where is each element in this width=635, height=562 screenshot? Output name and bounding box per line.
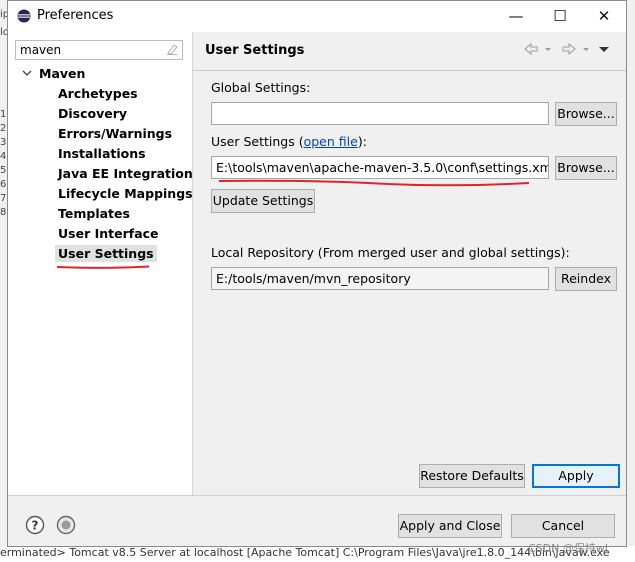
local-repository-field[interactable]: E:/tools/maven/mvn_repository — [211, 267, 549, 290]
cancel-button[interactable]: Cancel — [511, 514, 615, 538]
restore-defaults-button[interactable]: Restore Defaults — [419, 464, 525, 488]
back-arrow-icon[interactable] — [523, 42, 539, 56]
tree-item-user-interface[interactable]: User Interface — [58, 226, 159, 241]
tree-item-installations[interactable]: Installations — [58, 146, 146, 161]
tree-item-maven[interactable]: Maven — [39, 66, 85, 81]
local-repository-label: Local Repository (From merged user and g… — [211, 245, 570, 260]
view-menu-icon[interactable] — [598, 42, 610, 56]
global-settings-field[interactable] — [211, 102, 549, 125]
update-settings-button[interactable]: Update Settings — [211, 189, 315, 213]
tree-item-errors-warnings[interactable]: Errors/Warnings — [58, 126, 172, 141]
filter-input[interactable] — [16, 41, 160, 59]
footer-separator — [8, 495, 626, 496]
tree-item-discovery[interactable]: Discovery — [58, 106, 127, 121]
open-file-link[interactable]: open file — [304, 134, 358, 149]
close-button[interactable]: ✕ — [582, 1, 626, 32]
svg-text:?: ? — [32, 519, 39, 533]
import-export-icon[interactable] — [56, 515, 76, 535]
window-title: Preferences — [37, 8, 114, 23]
apply-and-close-button[interactable]: Apply and Close — [398, 514, 502, 538]
minimize-button[interactable]: — — [494, 1, 538, 32]
header-separator — [193, 70, 626, 71]
user-settings-field[interactable]: E:\tools\maven\apache-maven-3.5.0\conf\s… — [211, 156, 549, 179]
annotation-underline-path — [218, 179, 530, 187]
annotation-underline-tree — [56, 265, 150, 269]
tree-item-user-settings[interactable]: User Settings — [55, 245, 157, 262]
apply-button[interactable]: Apply — [532, 464, 620, 488]
forward-menu-chevron-icon[interactable] — [581, 42, 591, 56]
title-bar: Preferences — ☐ ✕ — [8, 1, 626, 32]
page-title: User Settings — [205, 43, 305, 58]
user-settings-label: User Settings (open file): — [211, 134, 367, 149]
preference-tree-pane: Maven Archetypes Discovery Errors/Warnin… — [8, 32, 193, 495]
settings-page: User Settings Global Settings: Browse...… — [193, 32, 626, 495]
user-settings-label-text: User Settings ( — [211, 134, 304, 149]
help-icon[interactable]: ? — [25, 515, 45, 535]
browse-global-button[interactable]: Browse... — [555, 102, 617, 126]
user-settings-label-end: ): — [357, 134, 367, 149]
filter-field[interactable] — [15, 40, 183, 60]
collapse-chevron-icon[interactable] — [22, 68, 32, 78]
maximize-button[interactable]: ☐ — [538, 1, 582, 32]
watermark: CSDN @保持wl — [528, 542, 608, 555]
tree-item-lifecycle-mappings[interactable]: Lifecycle Mappings — [58, 186, 193, 201]
background-editor-right — [626, 0, 635, 562]
clear-filter-icon[interactable] — [165, 42, 179, 56]
preferences-dialog: Preferences — ☐ ✕ Maven Archetypes Disco… — [7, 0, 627, 547]
forward-arrow-icon[interactable] — [561, 42, 577, 56]
tree-item-java-ee-integration[interactable]: Java EE Integration — [58, 166, 193, 181]
back-menu-chevron-icon[interactable] — [543, 42, 553, 56]
tree-item-templates[interactable]: Templates — [58, 206, 130, 221]
tree-item-archetypes[interactable]: Archetypes — [58, 86, 138, 101]
global-settings-label: Global Settings: — [211, 80, 311, 95]
eclipse-icon — [17, 9, 31, 23]
reindex-button[interactable]: Reindex — [555, 267, 617, 291]
browse-user-button[interactable]: Browse... — [555, 156, 617, 180]
